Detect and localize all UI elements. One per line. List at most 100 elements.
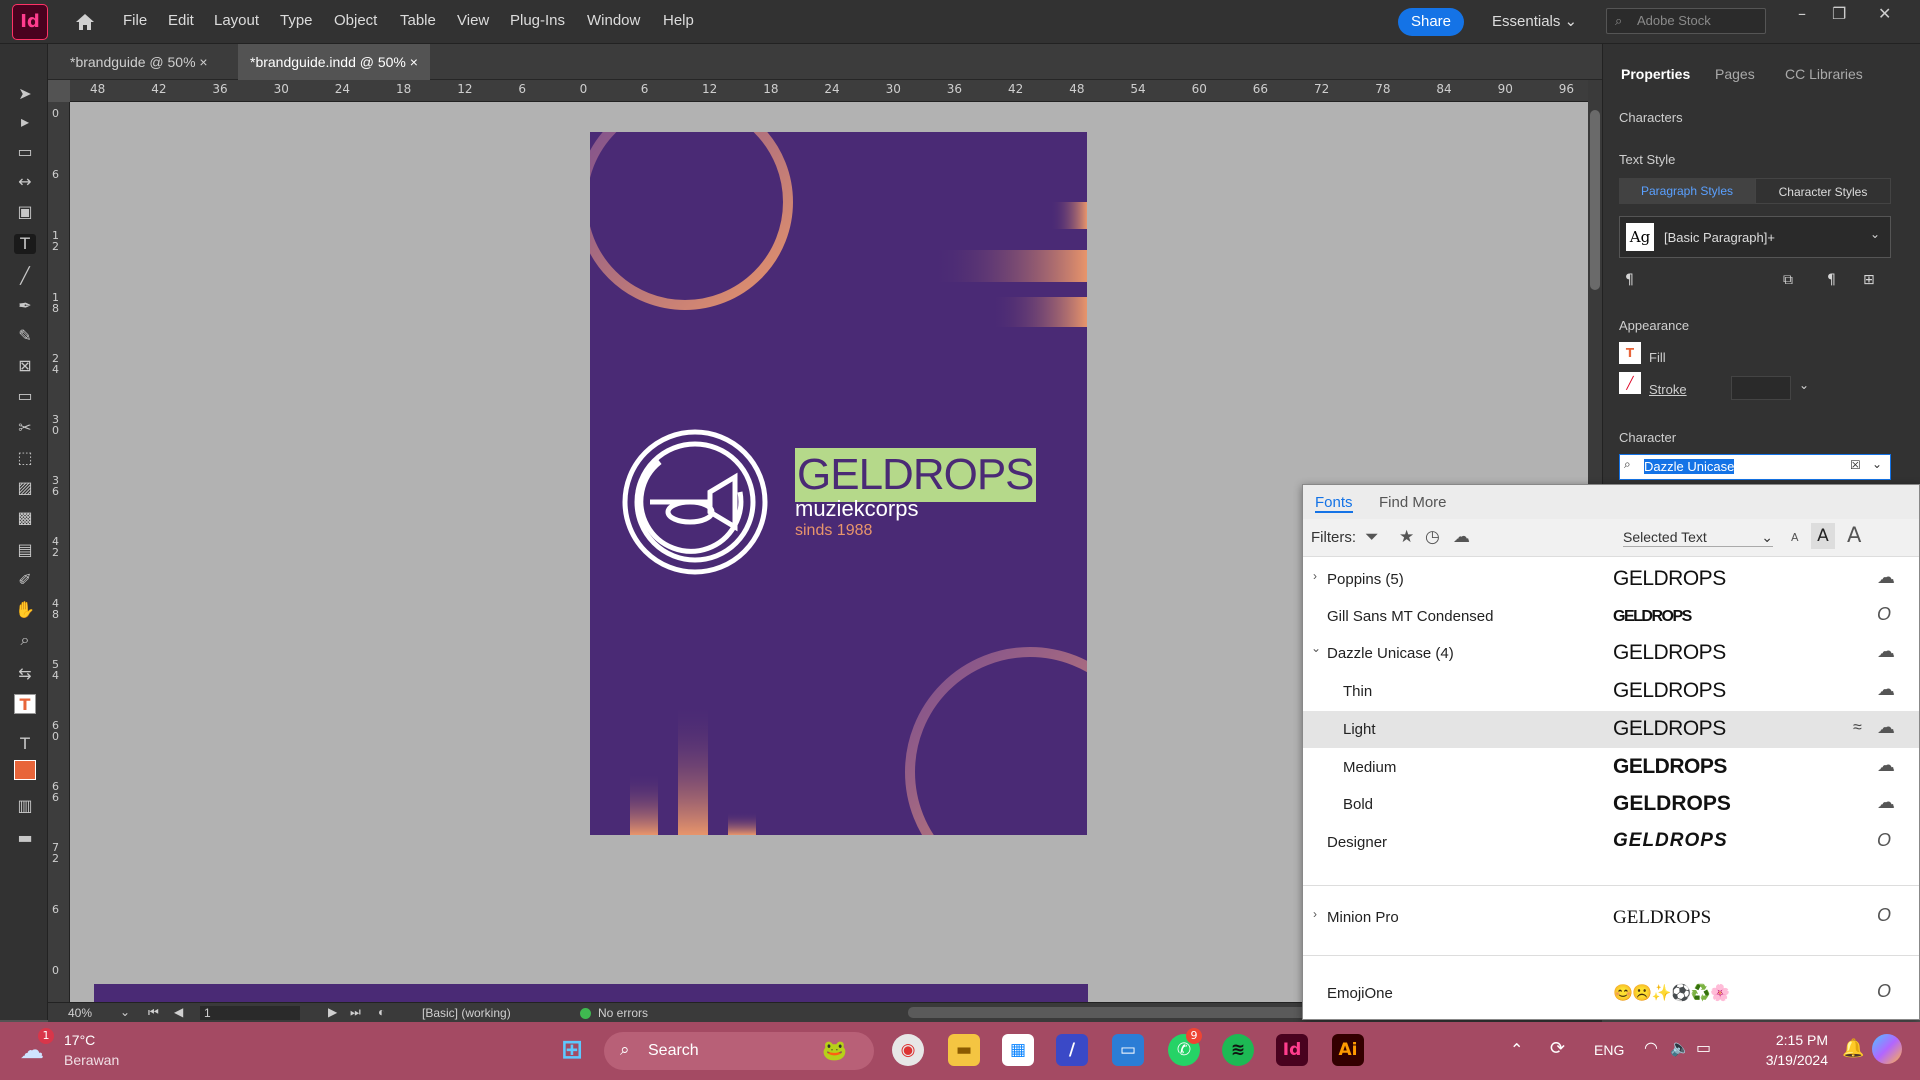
prev-page-icon[interactable]: ◀ <box>174 1005 183 1019</box>
menu-object[interactable]: Object <box>334 12 377 29</box>
close-icon[interactable]: × <box>199 54 207 70</box>
tab-properties[interactable]: Properties <box>1621 66 1690 82</box>
restore-icon[interactable]: ❐ <box>1832 4 1846 23</box>
tab-brandguide-indd[interactable]: *brandguide.indd @ 50% × <box>238 44 430 80</box>
gap-tool-icon[interactable]: ↔ <box>14 172 36 192</box>
illustrator-icon[interactable]: Ai <box>1332 1034 1364 1066</box>
tab-pages[interactable]: Pages <box>1715 66 1755 82</box>
notification-bell-icon[interactable]: 🔔 <box>1842 1038 1864 1059</box>
sample-size-small-icon[interactable]: A <box>1791 531 1799 544</box>
style-state[interactable]: [Basic] (working) <box>422 1006 511 1020</box>
pilcrow-icon[interactable]: ¶ <box>1625 272 1634 288</box>
sample-size-medium-icon[interactable]: A <box>1811 523 1835 549</box>
weather-temp[interactable]: 17°C <box>64 1032 95 1048</box>
spotify-icon[interactable]: ≋ <box>1222 1034 1254 1066</box>
volume-icon[interactable]: 🔈 <box>1670 1038 1690 1057</box>
add-style-icon[interactable]: ⊞ <box>1863 272 1875 288</box>
page-number-field[interactable]: 1 <box>200 1006 300 1020</box>
chevron-down-icon[interactable]: ⌄ <box>1872 457 1882 471</box>
fill-stroke-icon[interactable]: T <box>14 694 36 714</box>
adobe-stock-search[interactable]: ⌕ Adobe Stock <box>1606 8 1766 34</box>
direct-selection-icon[interactable]: ▸ <box>14 112 36 132</box>
indesign-icon[interactable]: Id <box>1276 1034 1308 1066</box>
note-tool-icon[interactable]: ▤ <box>14 540 36 560</box>
chevron-down-icon[interactable]: ⌄ <box>1799 378 1809 392</box>
battery-icon[interactable]: ▭ <box>1696 1038 1711 1057</box>
hand-tool-icon[interactable]: ✋ <box>14 600 36 620</box>
font-row-gill-sans[interactable]: Gill Sans MT Condensed GELDROPS O <box>1303 598 1919 635</box>
tab-cc-libraries[interactable]: CC Libraries <box>1785 66 1863 82</box>
selection-tool-icon[interactable]: ➤ <box>14 84 36 104</box>
favorites-star-icon[interactable]: ★ <box>1399 527 1414 547</box>
menu-edit[interactable]: Edit <box>168 12 194 29</box>
chevron-up-icon[interactable]: ⌃ <box>1510 1040 1523 1059</box>
next-page[interactable] <box>94 984 1088 1002</box>
app-icon[interactable]: / <box>1056 1034 1088 1066</box>
weather-place[interactable]: Berawan <box>64 1052 119 1068</box>
expand-icon[interactable]: › <box>1313 569 1317 583</box>
font-row-thin[interactable]: Thin GELDROPS ☁ <box>1303 673 1919 710</box>
brand-name-text[interactable]: GELDROPS <box>795 448 1036 502</box>
menu-window[interactable]: Window <box>587 12 640 29</box>
screen-mode-icon[interactable]: ▬ <box>14 828 36 848</box>
errors-status[interactable]: No errors <box>598 1006 648 1020</box>
expand-icon[interactable]: › <box>1313 907 1317 921</box>
home-icon[interactable] <box>74 12 96 32</box>
tab-brandguide[interactable]: *brandguide @ 50% × <box>58 44 220 80</box>
tab-find-more[interactable]: Find More <box>1379 494 1447 511</box>
chevron-down-icon[interactable]: ⌄ <box>120 1005 130 1019</box>
menu-layout[interactable]: Layout <box>214 12 259 29</box>
content-collector-icon[interactable]: ▣ <box>14 202 36 222</box>
pen-tool-icon[interactable]: ✒ <box>14 296 36 316</box>
last-page-icon[interactable]: ⏭ <box>350 1005 361 1020</box>
rectangle-frame-icon[interactable]: ⊠ <box>14 356 36 376</box>
fill-icon[interactable]: T <box>1619 342 1641 364</box>
close-icon[interactable]: × <box>410 54 418 70</box>
microsoft-store-icon[interactable]: ▦ <box>1002 1034 1034 1066</box>
wifi-icon[interactable]: ◠ <box>1644 1038 1658 1057</box>
clear-icon[interactable]: ☒ <box>1850 458 1861 472</box>
vertical-ruler[interactable]: 0 6 12 18 24 30 36 42 48 54 60 66 72 6 0 <box>48 102 70 1002</box>
font-row-bold[interactable]: Bold GELDROPS ☁ <box>1303 786 1919 823</box>
scissors-icon[interactable]: ✂ <box>14 418 36 438</box>
stroke-none-icon[interactable]: ╱ <box>1619 372 1641 394</box>
first-page-icon[interactable]: ⏮ <box>148 1005 159 1020</box>
menu-help[interactable]: Help <box>663 12 694 29</box>
next-page-icon[interactable]: ▶ <box>328 1005 337 1019</box>
minimize-icon[interactable]: – <box>1798 4 1806 23</box>
line-tool-icon[interactable]: ╱ <box>14 266 36 286</box>
brand-since[interactable]: sinds 1988 <box>795 522 872 540</box>
clock-time[interactable]: 2:15 PM <box>1744 1032 1828 1048</box>
font-search-input[interactable]: ⌕ Dazzle Unicase ☒ ⌄ <box>1619 454 1891 480</box>
menu-table[interactable]: Table <box>400 12 436 29</box>
copilot-icon[interactable] <box>1872 1034 1902 1064</box>
formatting-text-icon[interactable]: T <box>14 734 36 754</box>
preview-mode-dropdown[interactable]: Selected Text ⌄ <box>1623 529 1773 547</box>
collapse-icon[interactable]: ⌄ <box>1311 641 1321 655</box>
clear-override-icon[interactable]: ¶ <box>1827 272 1836 288</box>
file-explorer-icon[interactable]: ▬ <box>948 1034 980 1066</box>
swap-colors-icon[interactable]: ⇆ <box>14 664 36 684</box>
menu-file[interactable]: File <box>123 12 147 29</box>
free-transform-icon[interactable]: ⬚ <box>14 448 36 468</box>
preflight-icon[interactable]: ◐ <box>378 1005 385 1019</box>
type-tool-icon[interactable]: T <box>14 234 36 254</box>
tab-fonts[interactable]: Fonts <box>1315 494 1353 513</box>
gradient-swatch-icon[interactable]: ▨ <box>14 478 36 498</box>
tab-paragraph-styles[interactable]: Paragraph Styles <box>1619 178 1755 204</box>
stroke-label[interactable]: Stroke <box>1649 382 1687 397</box>
font-row-minion-pro[interactable]: › Minion Pro GELDROPS O <box>1303 899 1919 936</box>
similar-fonts-icon[interactable]: ≈ <box>1853 719 1862 737</box>
close-window-icon[interactable]: ✕ <box>1878 4 1891 23</box>
paragraph-style-dropdown[interactable]: Ag [Basic Paragraph]+ ⌄ <box>1619 216 1891 258</box>
brand-subtitle[interactable]: muziekcorps <box>795 496 918 522</box>
rectangle-tool-icon[interactable]: ▭ <box>14 386 36 406</box>
zoom-level[interactable]: 40% <box>68 1006 92 1020</box>
new-style-icon[interactable]: ⧉ <box>1783 272 1793 288</box>
menu-plugins[interactable]: Plug-Ins <box>510 12 565 29</box>
tab-character-styles[interactable]: Character Styles <box>1755 178 1891 204</box>
pencil-tool-icon[interactable]: ✎ <box>14 326 36 346</box>
scroll-thumb[interactable] <box>1590 110 1600 290</box>
eyedropper-icon[interactable]: ✐ <box>14 570 36 590</box>
menu-view[interactable]: View <box>457 12 489 29</box>
